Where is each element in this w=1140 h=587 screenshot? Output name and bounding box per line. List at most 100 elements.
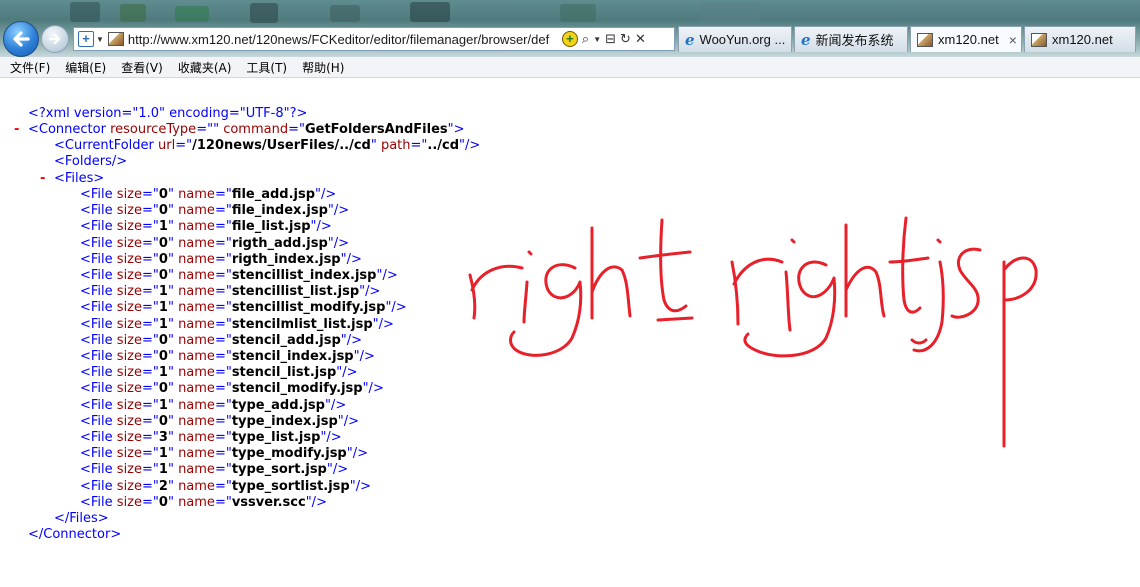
file-name: file_list.jsp xyxy=(231,219,311,235)
file-entry: <File size="0" name="vssver.scc"/> xyxy=(80,494,327,510)
back-button[interactable] xyxy=(3,21,39,57)
files-close-tag: </Files> xyxy=(54,511,109,526)
file-name: vssver.scc xyxy=(231,494,306,510)
tab-label: xm120.net xyxy=(938,32,999,47)
file-name: rigth_add.jsp xyxy=(231,235,328,251)
tab-xm120-active[interactable]: xm120.net × xyxy=(910,26,1022,52)
file-entry: <File size="0" name="stencil_index.jsp"/… xyxy=(80,349,375,364)
file-entry: <File size="0" name="file_index.jsp"/> xyxy=(80,203,350,219)
menu-view[interactable]: 查看(V) xyxy=(121,59,163,76)
forward-button[interactable] xyxy=(41,25,69,53)
connector-close-tag: </Connector> xyxy=(28,527,122,542)
connector-command: GetFoldersAndFiles xyxy=(304,122,448,137)
tab-wooyun[interactable]: e WooYun.org ... xyxy=(678,26,792,52)
tab-label: xm120.net xyxy=(1052,32,1113,47)
file-entry: <File size="0" name="stencil_add.jsp"/> xyxy=(80,332,363,348)
tab-news-system[interactable]: e 新闻发布系统 xyxy=(794,26,908,52)
file-size: 0 xyxy=(158,349,168,364)
site-favicon xyxy=(917,32,933,47)
file-name: type_index.jsp xyxy=(231,413,338,429)
file-size: 0 xyxy=(158,235,168,251)
ie-page-icon: e xyxy=(685,30,695,49)
menu-edit[interactable]: 编辑(E) xyxy=(65,59,106,76)
file-size: 1 xyxy=(158,316,168,332)
file-entry: <File size="1" name="file_list.jsp"/> xyxy=(80,219,332,235)
file-name: stencil_modify.jsp xyxy=(231,381,363,397)
file-size: 0 xyxy=(158,332,168,348)
dropdown-icon[interactable]: ▼ xyxy=(593,35,601,44)
file-size: 0 xyxy=(158,494,168,510)
ie-page-icon: e xyxy=(801,30,811,49)
file-entry: <File size="0" name="file_add.jsp"/> xyxy=(80,187,337,202)
file-size: 2 xyxy=(158,478,168,494)
file-name: stencillist_index.jsp xyxy=(231,268,377,283)
menu-file[interactable]: 文件(F) xyxy=(10,59,50,76)
chevron-down-icon[interactable]: ▼ xyxy=(96,35,104,44)
menu-favorites[interactable]: 收藏夹(A) xyxy=(178,59,232,76)
addon-icon[interactable]: + xyxy=(561,31,578,47)
file-name: stencil_index.jsp xyxy=(231,349,354,364)
refresh-icon[interactable]: ↻ xyxy=(620,31,631,47)
url-input[interactable]: http://www.xm120.net/120news/FCKeditor/e… xyxy=(128,32,558,47)
file-name: stencillist_modify.jsp xyxy=(231,300,386,316)
file-entry: <File size="0" name="rigth_add.jsp"/> xyxy=(80,235,350,251)
file-name: file_add.jsp xyxy=(231,187,316,202)
browser-chrome: + ▼ http://www.xm120.net/120news/FCKedit… xyxy=(0,0,1140,78)
compatibility-view-icon[interactable]: + xyxy=(78,31,94,47)
current-folder-tag: <CurrentFolder url="/120news/UserFiles/.… xyxy=(54,138,481,153)
file-name: stencilmlist_list.jsp xyxy=(231,316,373,332)
file-size: 0 xyxy=(158,413,168,429)
files-open-tag: <Files> xyxy=(54,171,105,186)
file-size: 1 xyxy=(158,462,168,478)
file-size: 0 xyxy=(158,381,168,397)
file-name: type_sortlist.jsp xyxy=(231,478,350,494)
file-name: type_sort.jsp xyxy=(231,462,327,478)
file-entry: <File size="0" name="stencillist_index.j… xyxy=(80,268,398,283)
file-name: stencil_list.jsp xyxy=(231,365,337,381)
back-arrow-icon xyxy=(13,31,30,47)
file-name: type_list.jsp xyxy=(231,430,321,445)
tab-xm120[interactable]: xm120.net xyxy=(1024,26,1136,52)
file-name: type_add.jsp xyxy=(231,397,325,413)
connector-open-tag: <Connector resourceType="" command="GetF… xyxy=(28,122,465,137)
folders-tag: <Folders/> xyxy=(54,154,128,169)
forward-arrow-icon xyxy=(48,33,61,45)
file-entry: <File size="2" name="type_sortlist.jsp"/… xyxy=(80,478,371,494)
current-folder-path: ../cd xyxy=(427,138,460,153)
file-entry: <File size="1" name="stencillist_modify.… xyxy=(80,300,407,316)
address-bar[interactable]: + ▼ http://www.xm120.net/120news/FCKedit… xyxy=(73,27,675,51)
file-entry: <File size="1" name="type_add.jsp"/> xyxy=(80,397,347,413)
tab-close-icon[interactable]: × xyxy=(1009,32,1017,48)
xml-declaration: <?xml version="1.0" encoding="UTF-8"?> xyxy=(28,106,308,121)
file-size: 0 xyxy=(158,203,168,219)
tab-label: 新闻发布系统 xyxy=(815,33,894,48)
file-entry: <File size="3" name="type_list.jsp"/> xyxy=(80,430,342,445)
file-entry: <File size="1" name="type_sort.jsp"/> xyxy=(80,462,349,478)
tab-label: WooYun.org ... xyxy=(699,32,786,47)
file-name: stencil_add.jsp xyxy=(231,332,341,348)
site-favicon xyxy=(1031,32,1047,47)
file-size: 1 xyxy=(158,446,168,462)
collapse-toggle-connector[interactable]: - xyxy=(14,122,19,137)
file-size: 1 xyxy=(158,284,168,300)
address-bar-actions: + ⌕ ▼ ⊟ ↻ ✕ xyxy=(561,31,646,47)
file-size: 0 xyxy=(158,251,168,267)
menu-tools[interactable]: 工具(T) xyxy=(246,59,287,76)
file-size: 3 xyxy=(158,430,168,445)
menu-help[interactable]: 帮助(H) xyxy=(302,59,344,76)
collapse-toggle-files[interactable]: - xyxy=(40,171,45,186)
file-entry: <File size="0" name="type_index.jsp"/> xyxy=(80,413,360,429)
menu-bar: 文件(F) 编辑(E) 查看(V) 收藏夹(A) 工具(T) 帮助(H) xyxy=(0,57,1140,78)
file-name: rigth_index.jsp xyxy=(231,251,341,267)
file-entry: <File size="0" name="rigth_index.jsp"/> xyxy=(80,251,362,267)
tab-strip: e WooYun.org ... e 新闻发布系统 xm120.net × xm… xyxy=(678,26,1138,52)
file-entry: <File size="1" name="stencil_list.jsp"/> xyxy=(80,365,358,381)
file-entry: <File size="1" name="stencilmlist_list.j… xyxy=(80,316,394,332)
file-size: 0 xyxy=(158,268,168,283)
file-entry: <File size="1" name="type_modify.jsp"/> xyxy=(80,446,369,462)
search-icon[interactable]: ⌕ xyxy=(582,31,589,47)
compat-page-icon[interactable]: ⊟ xyxy=(605,31,616,47)
close-icon[interactable]: ✕ xyxy=(635,31,646,47)
file-size: 1 xyxy=(158,397,168,413)
site-favicon xyxy=(107,32,124,46)
